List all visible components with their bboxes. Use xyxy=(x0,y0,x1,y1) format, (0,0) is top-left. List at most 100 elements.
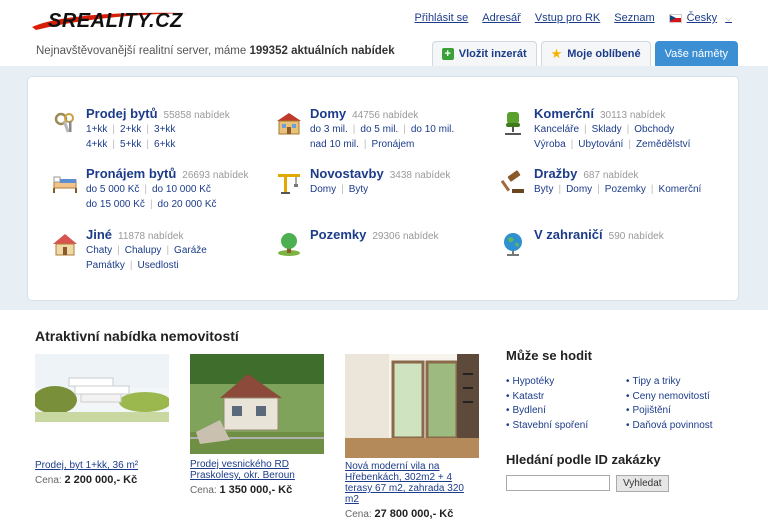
offer-photo[interactable] xyxy=(190,354,324,454)
offer-price: Cena: 27 800 000,- Kč xyxy=(345,508,454,520)
top-navigation: Přihlásit se Adresář Vstup pro RK Seznam… xyxy=(401,12,733,24)
offer-title-link[interactable]: Prodej, byt 1+kk, 36 m² xyxy=(35,460,169,471)
tab-add-listing-label: Vložit inzerát xyxy=(458,48,527,60)
offer-card: Nová moderní vila na Hřebenkách, 302m2 +… xyxy=(345,354,479,520)
other-monuments[interactable]: Památky xyxy=(86,260,125,271)
land-count: 29306 nabídek xyxy=(372,231,439,242)
category-band: Prodej bytů 55858 nabídek 1+kk | 2+kk | 3+kk … xyxy=(0,66,768,310)
houses-5mil[interactable]: do 5 mil. xyxy=(360,124,398,135)
auctions-link[interactable]: Dražby xyxy=(534,166,577,181)
rent-20000[interactable]: do 20 000 Kč xyxy=(158,199,217,210)
tagline-text: Nejnavštěvovanější realitní server, máme xyxy=(36,45,247,57)
offer-count: 199352 aktuálních nabídek xyxy=(249,45,395,57)
commercial-warehouses[interactable]: Sklady xyxy=(592,124,622,135)
tax-link[interactable]: Daňová povinnost xyxy=(633,420,713,431)
sale-flats-5kk[interactable]: 5+kk xyxy=(120,139,141,150)
header: SREALITY.CZ Přihlásit se Adresář Vstup p… xyxy=(0,0,768,66)
abroad-count: 590 nabídek xyxy=(608,231,664,242)
offer-card: Prodej, byt 1+kk, 36 m² Cena: 2 200 000,… xyxy=(35,354,169,486)
sale-flats-3kk[interactable]: 3+kk xyxy=(154,124,175,135)
rent-flats-link[interactable]: Pronájem bytů xyxy=(86,166,176,181)
directory-link[interactable]: Adresář xyxy=(482,12,521,24)
auctions-houses[interactable]: Domy xyxy=(566,184,592,195)
offer-title-link[interactable]: Nová moderní vila na Hřebenkách, 302m2 +… xyxy=(345,461,479,505)
tab-favorites[interactable]: ★ Moje oblíbené xyxy=(540,41,651,66)
tab-add-listing[interactable]: + Vložit inzerát xyxy=(431,41,537,66)
list-item: Hypotéky xyxy=(506,375,626,390)
office-chair-icon xyxy=(505,112,521,135)
auctions-land[interactable]: Pozemky xyxy=(605,184,646,195)
other-farmsteads[interactable]: Usedlosti xyxy=(138,260,179,271)
login-link[interactable]: Přihlásit se xyxy=(415,12,469,24)
tips-link[interactable]: Tipy a triky xyxy=(633,376,681,387)
useful-list-left: Hypotéky Katastr Bydlení Stavební spořen… xyxy=(506,375,626,433)
id-search-title: Hledání podle ID zakázky xyxy=(506,452,661,467)
new-builds-link[interactable]: Novostavby xyxy=(310,166,384,181)
language-selector[interactable]: Česky ⌵ xyxy=(668,12,732,24)
mortgages-link[interactable]: Hypotéky xyxy=(513,376,555,387)
offer-photo[interactable] xyxy=(35,354,169,422)
other-link[interactable]: Jiné xyxy=(86,227,112,242)
other-count: 11878 nabídek xyxy=(118,231,184,242)
commercial-offices[interactable]: Kanceláře xyxy=(534,124,579,135)
keys-icon xyxy=(54,112,74,133)
commercial-accommodation[interactable]: Ubytování xyxy=(578,139,623,150)
sale-flats-2kk[interactable]: 2+kk xyxy=(120,124,141,135)
new-builds-count: 3438 nabídek xyxy=(389,170,451,181)
other-cottages[interactable]: Chalupy xyxy=(125,245,162,256)
houses-10mil[interactable]: do 10 mil. xyxy=(411,124,454,135)
offer-title-link[interactable]: Prodej vesnického RD Praskolesy, okr. Be… xyxy=(190,459,324,481)
useful-title: Může se hodit xyxy=(506,348,592,363)
tree-icon xyxy=(278,233,300,256)
houses-rent[interactable]: Pronájem xyxy=(372,139,415,150)
land-link[interactable]: Pozemky xyxy=(310,227,366,242)
useful-links: Může se hodit Hypotéky Katastr Bydlení S… xyxy=(506,348,746,433)
search-button[interactable]: Vyhledat xyxy=(616,475,669,492)
category-panel: Prodej bytů 55858 nabídek 1+kk | 2+kk | 3+kk … xyxy=(27,76,739,301)
seznam-link[interactable]: Seznam xyxy=(614,12,654,24)
new-builds-flats[interactable]: Byty xyxy=(349,184,368,195)
sale-flats-link[interactable]: Prodej bytů xyxy=(86,106,158,121)
crane-icon xyxy=(278,174,300,194)
commercial-link[interactable]: Komerční xyxy=(534,106,594,121)
czech-flag-icon xyxy=(668,13,682,23)
svg-text:SREALITY.CZ: SREALITY.CZ xyxy=(48,10,183,32)
site-logo[interactable]: SREALITY.CZ xyxy=(28,7,198,33)
list-item: Tipy a triky xyxy=(626,375,746,390)
commercial-production[interactable]: Výroba xyxy=(534,139,566,150)
houses-over-10mil[interactable]: nad 10 mil. xyxy=(310,139,359,150)
list-item: Katastr xyxy=(506,390,626,405)
abroad-link[interactable]: V zahraničí xyxy=(534,227,603,242)
new-builds-houses[interactable]: Domy xyxy=(310,184,336,195)
id-search: Hledání podle ID zakázky Vyhledat xyxy=(506,452,669,492)
offer-card: Prodej vesnického RD Praskolesy, okr. Be… xyxy=(190,354,324,496)
cottage-icon xyxy=(53,234,77,256)
sale-flats-1kk[interactable]: 1+kk xyxy=(86,124,107,135)
rent-5000[interactable]: do 5 000 Kč xyxy=(86,184,139,195)
housing-link[interactable]: Bydlení xyxy=(513,405,546,416)
cadastre-link[interactable]: Katastr xyxy=(513,391,545,402)
commercial-agriculture[interactable]: Zemědělství xyxy=(636,139,690,150)
houses-link[interactable]: Domy xyxy=(310,106,346,121)
sale-flats-4kk[interactable]: 4+kk xyxy=(86,139,107,150)
building-savings-link[interactable]: Stavební spoření xyxy=(513,420,589,431)
auctions-flats[interactable]: Byty xyxy=(534,184,553,195)
tab-your-themes-label: Vaše náměty xyxy=(664,48,728,60)
list-item: Stavební spoření xyxy=(506,419,626,434)
id-search-input[interactable] xyxy=(506,475,610,491)
commercial-shops[interactable]: Obchody xyxy=(634,124,674,135)
insurance-link[interactable]: Pojištění xyxy=(633,405,671,416)
agency-login-link[interactable]: Vstup pro RK xyxy=(535,12,600,24)
houses-count: 44756 nabídek xyxy=(352,110,419,121)
other-garages[interactable]: Garáže xyxy=(174,245,207,256)
other-cabins[interactable]: Chaty xyxy=(86,245,112,256)
offer-photo[interactable] xyxy=(345,354,479,458)
auctions-commercial[interactable]: Komerční xyxy=(659,184,702,195)
user-tabs: + Vložit inzerát ★ Moje oblíbené Vaše ná… xyxy=(428,41,738,66)
rent-10000[interactable]: do 10 000 Kč xyxy=(152,184,211,195)
houses-3mil[interactable]: do 3 mil. xyxy=(310,124,348,135)
property-prices-link[interactable]: Ceny nemovitostí xyxy=(633,391,710,402)
tab-your-themes[interactable]: Vaše náměty xyxy=(654,41,738,66)
sale-flats-6kk[interactable]: 6+kk xyxy=(154,139,175,150)
rent-15000[interactable]: do 15 000 Kč xyxy=(86,199,145,210)
